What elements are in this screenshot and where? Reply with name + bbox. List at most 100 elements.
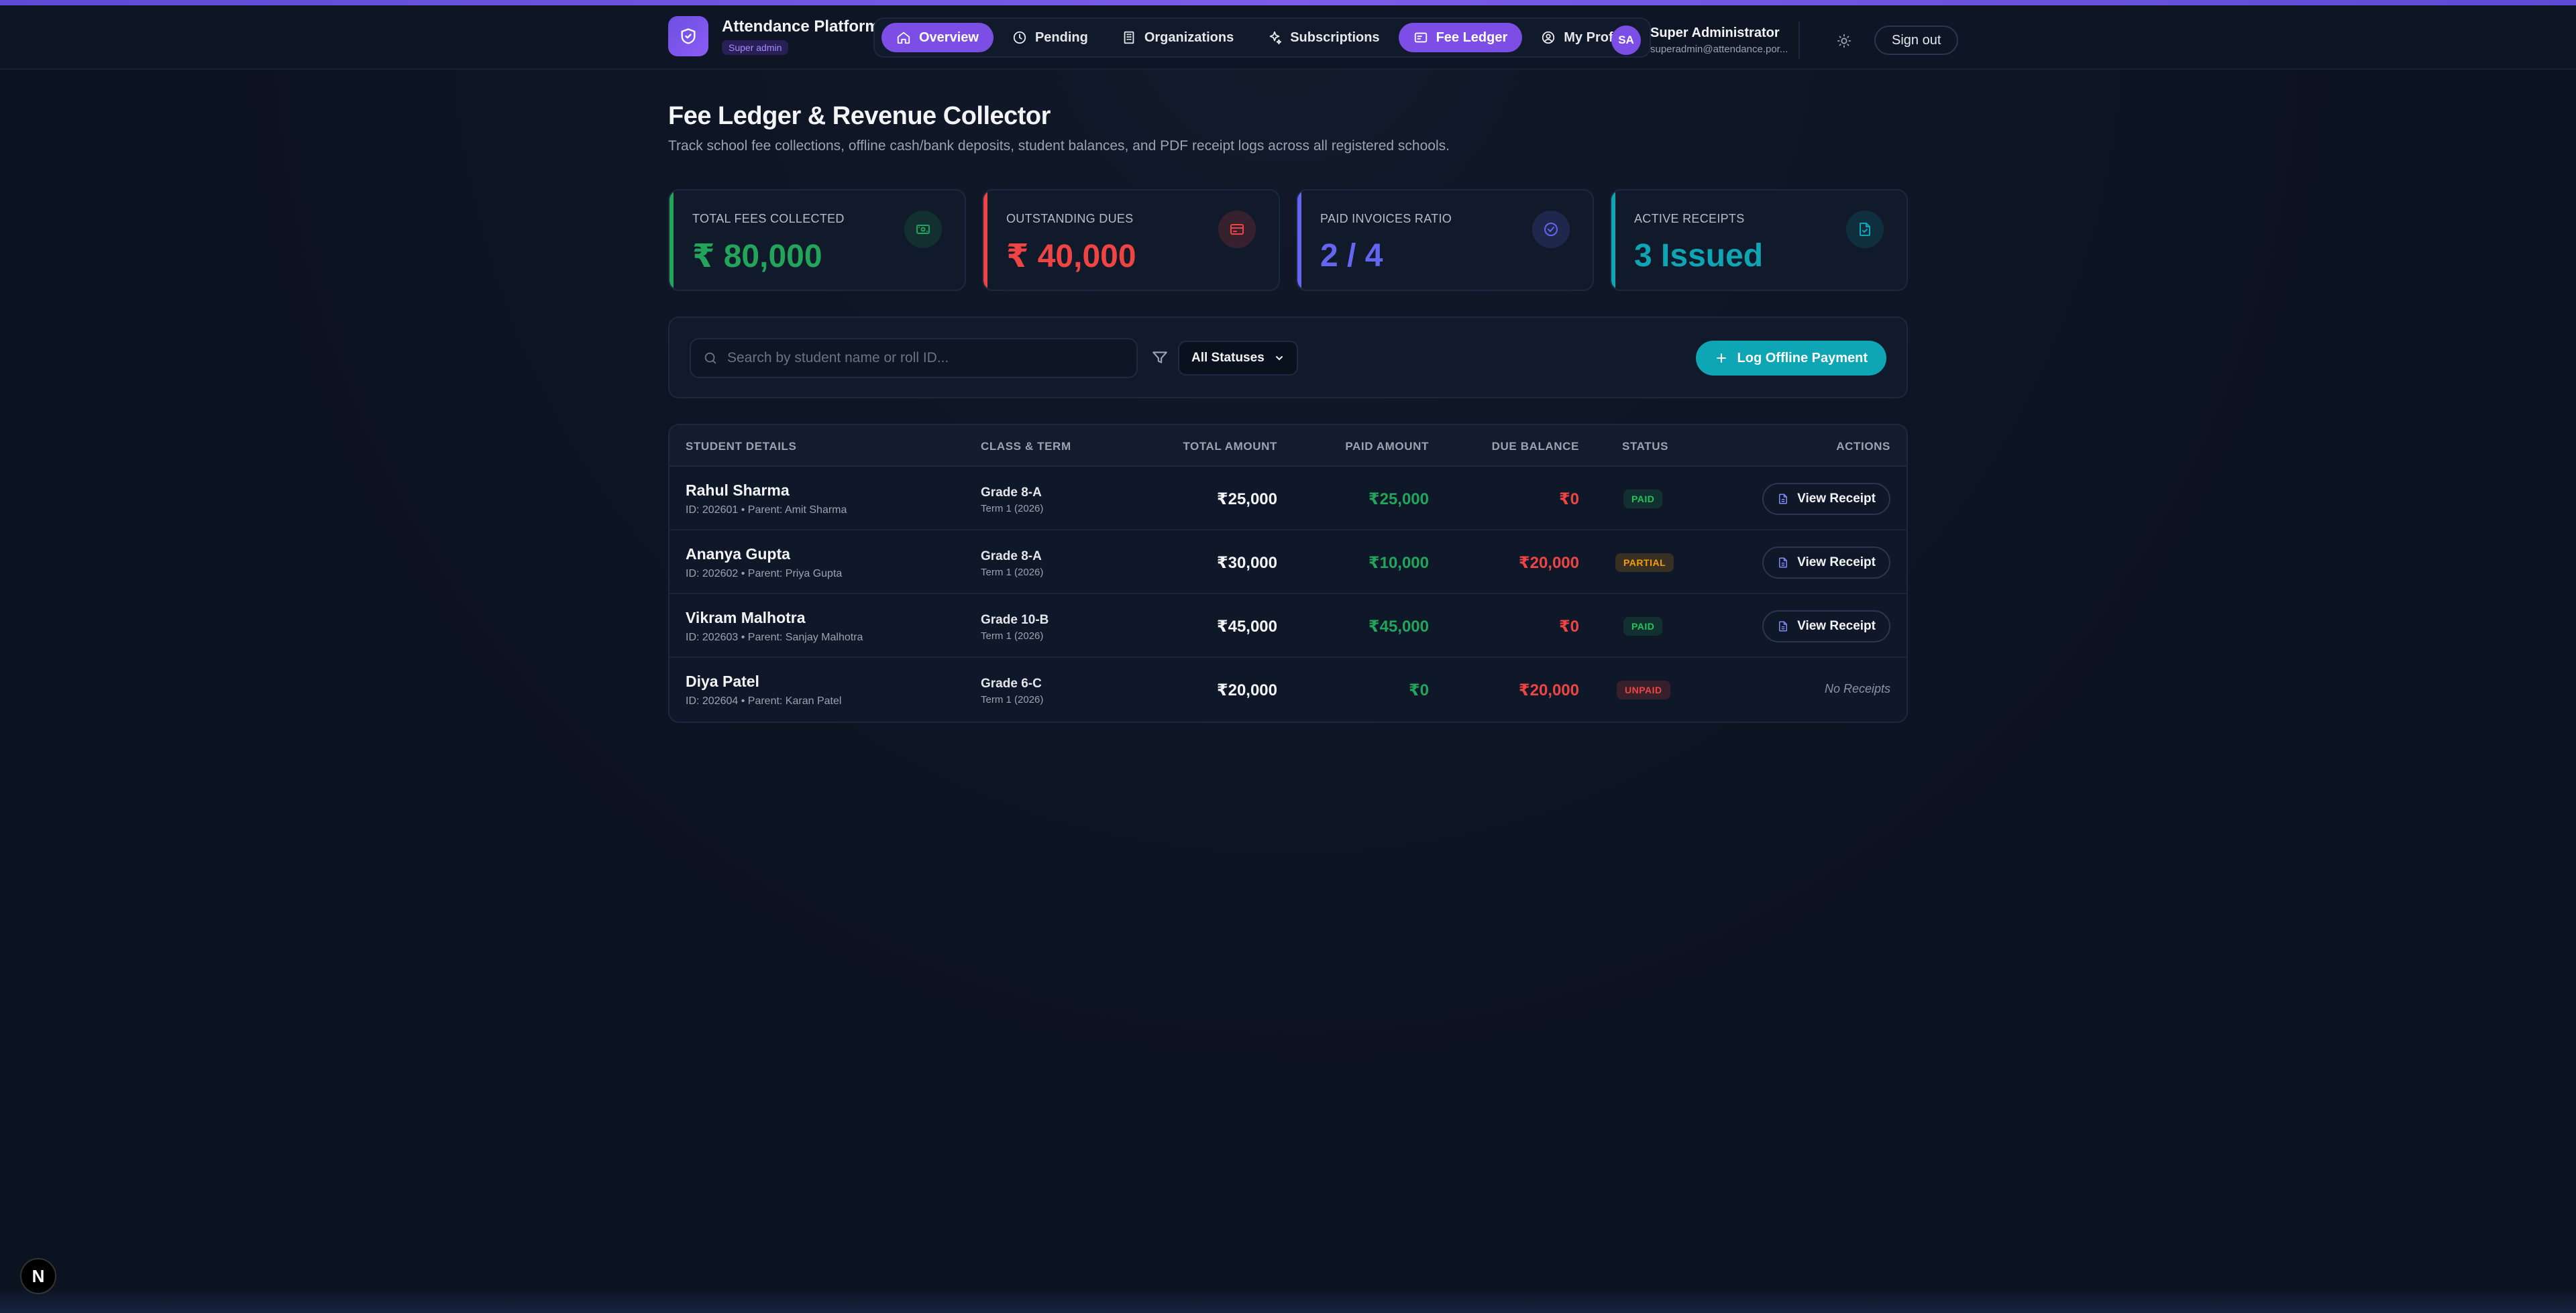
stat-value: ₹ 40,000 — [1006, 239, 1136, 274]
receipt-label: View Receipt — [1797, 619, 1876, 633]
file-icon — [1779, 621, 1788, 632]
paid-amount: ₹25,000 — [1368, 490, 1429, 508]
file-icon — [1779, 494, 1788, 504]
file-icon — [1779, 557, 1788, 568]
student-name: Rahul Sharma — [686, 481, 790, 499]
log-offline-payment-button[interactable]: Log Offline Payment — [1695, 341, 1886, 376]
stat-card-total-fees: TOTAL FEES COLLECTED ₹ 80,000 — [668, 189, 966, 291]
nav-item-subscriptions[interactable]: Subscriptions — [1252, 23, 1394, 52]
page-title: Fee Ledger & Revenue Collector — [668, 102, 1051, 130]
bottom-glow — [0, 1286, 2576, 1313]
student-name: Diya Patel — [686, 673, 759, 690]
sparkle-icon — [1269, 31, 1282, 45]
top-accent-bar — [0, 0, 2576, 5]
table-row: Vikram Malhotra ID: 202603 • Parent: San… — [669, 594, 1907, 658]
stat-value: ₹ 80,000 — [692, 239, 822, 274]
receipt-label: View Receipt — [1797, 492, 1876, 506]
nav-item-fee-ledger[interactable]: Fee Ledger — [1398, 23, 1523, 52]
stat-card-active-receipts: ACTIVE RECEIPTS 3 Issued — [1610, 189, 1908, 291]
status-badge: UNPAID — [1617, 681, 1670, 699]
total-amount: ₹25,000 — [1216, 490, 1277, 508]
paid-amount: ₹10,000 — [1368, 554, 1429, 572]
plus-icon — [1716, 353, 1726, 363]
building-icon — [1124, 31, 1134, 44]
stat-label: PAID INVOICES RATIO — [1320, 212, 1452, 225]
file-check-icon — [1846, 211, 1884, 248]
status-badge: PAID — [1623, 490, 1663, 508]
student-name: Vikram Malhotra — [686, 609, 806, 626]
stat-label: OUTSTANDING DUES — [1006, 212, 1134, 225]
nav-item-overview[interactable]: Overview — [881, 23, 994, 52]
nav-label: Fee Ledger — [1436, 30, 1508, 45]
home-icon — [897, 32, 910, 44]
table-row: Diya Patel ID: 202604 • Parent: Karan Pa… — [669, 658, 1907, 722]
chevron-down-icon — [1275, 356, 1283, 361]
banknote-icon — [904, 211, 942, 248]
student-meta: ID: 202602 • Parent: Priya Gupta — [686, 568, 843, 579]
user-menu[interactable]: SA Super Administrator superadmin@attend… — [1611, 21, 1801, 59]
table-header: STUDENT DETAILS CLASS & TERM TOTAL AMOUN… — [669, 425, 1907, 467]
due-balance: ₹20,000 — [1518, 554, 1579, 572]
user-name: Super Administrator — [1650, 25, 1780, 40]
class-term: Term 1 (2026) — [981, 567, 1044, 578]
page-subtitle: Track school fee collections, offline ca… — [668, 138, 1450, 154]
user-circle-icon — [1542, 31, 1555, 44]
status-filter-value: All Statuses — [1191, 351, 1265, 365]
status-badge: PARTIAL — [1615, 553, 1674, 572]
stat-label: TOTAL FEES COLLECTED — [692, 212, 845, 225]
stat-card-outstanding-dues: OUTSTANDING DUES ₹ 40,000 — [982, 189, 1280, 291]
column-header-due: DUE BALANCE — [1491, 440, 1579, 453]
student-meta: ID: 202601 • Parent: Amit Sharma — [686, 504, 847, 516]
main-nav: Overview Pending Organizations Subscript… — [873, 17, 1651, 58]
nav-item-organizations[interactable]: Organizations — [1107, 23, 1248, 52]
class-term: Term 1 (2026) — [981, 630, 1044, 642]
nav-label: Subscriptions — [1290, 30, 1380, 45]
search-box[interactable] — [690, 338, 1138, 378]
total-amount: ₹30,000 — [1216, 554, 1277, 572]
filter-icon — [1152, 351, 1167, 363]
nav-label: Organizations — [1144, 30, 1234, 45]
filter-bar: All Statuses Log Offline Payment — [668, 317, 1908, 398]
user-email: superadmin@attendance.por... — [1650, 44, 1788, 55]
avatar: SA — [1611, 25, 1641, 55]
stat-value: 3 Issued — [1634, 238, 1764, 274]
receipt-label: View Receipt — [1797, 555, 1876, 569]
credit-card-icon — [1218, 211, 1256, 248]
shield-icon — [668, 16, 708, 56]
sun-icon — [1837, 34, 1851, 48]
nav-label: Pending — [1034, 30, 1088, 45]
view-receipt-button[interactable]: View Receipt — [1762, 483, 1890, 515]
column-header-actions: ACTIONS — [1836, 440, 1890, 453]
search-icon — [704, 352, 716, 364]
stat-label: ACTIVE RECEIPTS — [1634, 212, 1745, 225]
column-header-paid: PAID AMOUNT — [1345, 440, 1429, 453]
status-badge: PAID — [1623, 617, 1663, 636]
status-filter-select[interactable]: All Statuses — [1178, 341, 1298, 376]
search-input[interactable] — [727, 350, 1116, 366]
table-row: Rahul Sharma ID: 202601 • Parent: Amit S… — [669, 467, 1907, 530]
paid-amount: ₹0 — [1408, 681, 1429, 699]
class-grade: Grade 8-A — [981, 549, 1042, 563]
stats-row: TOTAL FEES COLLECTED ₹ 80,000 OUTSTANDIN… — [668, 189, 1908, 291]
theme-toggle-button[interactable] — [1834, 31, 1854, 51]
total-amount: ₹20,000 — [1216, 681, 1277, 699]
role-badge: Super admin — [722, 40, 789, 55]
class-term: Term 1 (2026) — [981, 503, 1044, 514]
student-meta: ID: 202604 • Parent: Karan Patel — [686, 695, 842, 707]
stat-card-paid-ratio: PAID INVOICES RATIO 2 / 4 — [1296, 189, 1594, 291]
class-grade: Grade 8-A — [981, 486, 1042, 500]
receipt-icon — [1414, 32, 1427, 43]
column-header-student: STUDENT DETAILS — [686, 440, 797, 453]
student-meta: ID: 202603 • Parent: Sanjay Malhotra — [686, 632, 863, 643]
column-header-status: STATUS — [1622, 440, 1669, 453]
brand[interactable]: Attendance Platform Super admin — [668, 16, 879, 56]
view-receipt-button[interactable]: View Receipt — [1762, 610, 1890, 642]
app-header: Attendance Platform Super admin Overview… — [0, 5, 2576, 70]
view-receipt-button[interactable]: View Receipt — [1762, 547, 1890, 579]
sign-out-button[interactable]: Sign out — [1874, 25, 1959, 55]
column-header-total: TOTAL AMOUNT — [1183, 440, 1277, 453]
nav-item-pending[interactable]: Pending — [998, 23, 1103, 52]
due-balance: ₹0 — [1558, 490, 1579, 508]
class-grade: Grade 10-B — [981, 613, 1049, 627]
nav-label: Overview — [919, 30, 979, 45]
